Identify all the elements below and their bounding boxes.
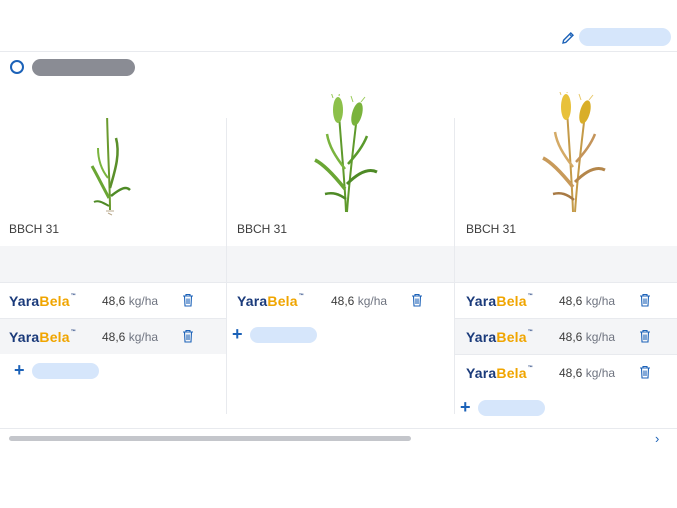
add-product-button[interactable]: + — [232, 324, 352, 344]
chevron-right-icon[interactable]: › — [655, 431, 659, 446]
product-row[interactable]: YaraBela™ 48,6 kg/ha — [0, 282, 226, 318]
stage-label-placeholder — [32, 59, 135, 76]
bbch-label: BBCH 31 — [466, 222, 517, 236]
yarabela-logo: YaraBela™ — [237, 293, 304, 309]
header-band — [227, 246, 454, 282]
pencil-icon[interactable] — [560, 30, 576, 46]
product-row[interactable]: YaraBela™ 48,6 kg/ha — [455, 354, 677, 390]
application-rate: 48,6 kg/ha — [559, 294, 616, 308]
header-band — [455, 246, 677, 282]
application-rate: 48,6 kg/ha — [559, 366, 616, 380]
horizontal-scrollbar[interactable]: › — [0, 428, 677, 448]
product-row[interactable]: YaraBela™ 48,6 kg/ha — [0, 318, 226, 354]
yarabela-logo: YaraBela™ — [466, 329, 533, 345]
product-row[interactable]: YaraBela™ 48,6 kg/ha — [227, 282, 454, 318]
edit-label-placeholder[interactable] — [579, 28, 671, 46]
green-wheat-ear-icon — [314, 94, 378, 213]
application-rate: 48,6 kg/ha — [559, 330, 616, 344]
yarabela-logo: YaraBela™ — [466, 365, 533, 381]
trash-icon[interactable] — [639, 329, 651, 343]
bbch-label: BBCH 31 — [237, 222, 288, 236]
stage-column-3: BBCH 31 YaraBela™ 48,6 kg/ha YaraBela™ 4… — [454, 92, 677, 417]
bbch-label: BBCH 31 — [9, 222, 60, 236]
trash-icon[interactable] — [411, 293, 423, 307]
plus-icon: + — [14, 360, 25, 380]
trash-icon[interactable] — [639, 293, 651, 307]
add-label-placeholder — [250, 327, 317, 343]
stage-column-2: BBCH 31 YaraBela™ 48,6 kg/ha + — [226, 94, 454, 414]
ripe-wheat-ear-icon — [542, 92, 606, 213]
product-row[interactable]: YaraBela™ 48,6 kg/ha — [455, 282, 677, 318]
header-band — [0, 246, 226, 282]
plus-icon: + — [460, 397, 471, 417]
add-product-button[interactable]: + — [460, 397, 580, 417]
trash-icon[interactable] — [182, 293, 194, 307]
stage-selector — [0, 58, 400, 78]
application-rate: 48,6 kg/ha — [331, 294, 388, 308]
young-wheat-plant-icon — [90, 118, 131, 216]
application-rate: 48,6 kg/ha — [102, 330, 159, 344]
yarabela-logo: YaraBela™ — [9, 329, 76, 345]
plus-icon: + — [232, 324, 243, 344]
add-label-placeholder — [32, 363, 99, 379]
trash-icon[interactable] — [639, 365, 651, 379]
radio-circle-icon[interactable] — [10, 60, 24, 74]
product-row[interactable]: YaraBela™ 48,6 kg/ha — [455, 318, 677, 354]
yarabela-logo: YaraBela™ — [9, 293, 76, 309]
top-bar — [0, 0, 677, 52]
add-product-button[interactable]: + — [14, 360, 134, 380]
trash-icon[interactable] — [182, 329, 194, 343]
application-rate: 48,6 kg/ha — [102, 294, 159, 308]
stage-column-1: BBCH 31 YaraBela™ 48,6 kg/ha YaraBela™ 4… — [0, 118, 226, 414]
add-label-placeholder — [478, 400, 545, 416]
scrollbar-thumb[interactable] — [9, 436, 411, 441]
yarabela-logo: YaraBela™ — [466, 293, 533, 309]
